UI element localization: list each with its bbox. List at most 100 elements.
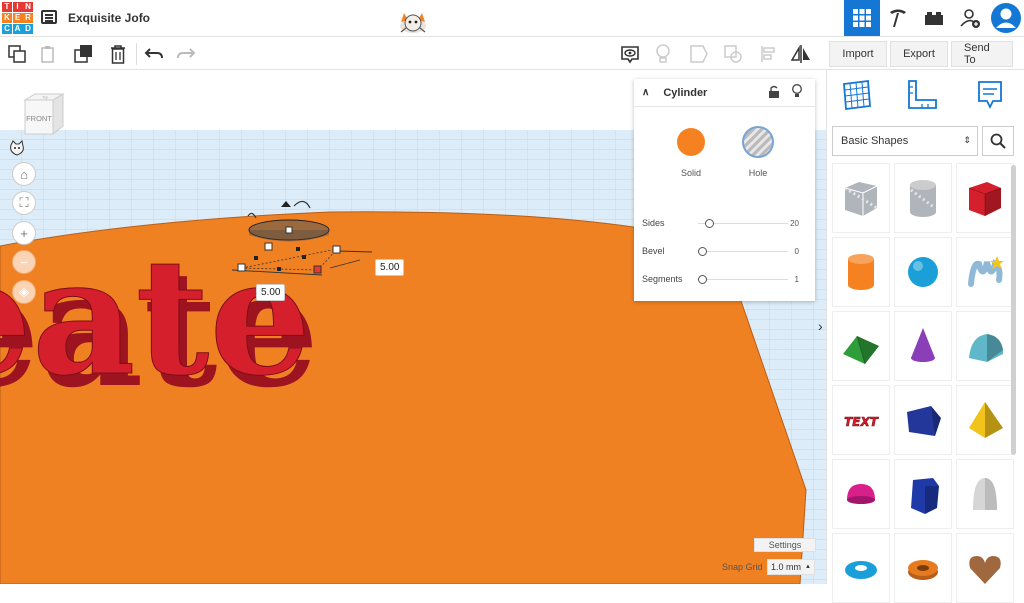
import-button[interactable]: Import xyxy=(829,41,887,67)
3d-text-object[interactable]: eate eate xyxy=(0,223,319,424)
shape-tile-heart[interactable] xyxy=(956,533,1014,603)
copy-button[interactable] xyxy=(6,43,28,65)
shape-tile-pyramid[interactable] xyxy=(956,385,1014,455)
shape-tile-roof[interactable] xyxy=(832,311,890,381)
shape-search-button[interactable] xyxy=(982,126,1014,156)
shape-tile-wedge[interactable] xyxy=(894,385,952,455)
lightbulb-icon[interactable] xyxy=(791,84,803,99)
width-dimension-input[interactable]: 5.00 xyxy=(375,259,405,276)
sides-label: Sides xyxy=(642,218,665,228)
shape-tile-box-hole[interactable] xyxy=(832,163,890,233)
send-to-button[interactable]: Send To xyxy=(951,41,1013,67)
export-button[interactable]: Export xyxy=(890,41,948,67)
segments-slider-knob[interactable] xyxy=(698,275,707,284)
panel-scrollbar[interactable] xyxy=(1011,165,1016,455)
show-all-button[interactable] xyxy=(619,43,641,65)
zoom-out-button[interactable]: − xyxy=(12,250,36,274)
depth-dimension-input[interactable]: 5.00 xyxy=(256,284,286,301)
duplicate-icon xyxy=(74,45,92,63)
notes-button[interactable] xyxy=(652,43,674,65)
pickaxe-icon xyxy=(890,9,906,27)
text-face: eate xyxy=(0,223,311,411)
inspector-header[interactable]: ∧ Cylinder xyxy=(634,79,815,107)
shape-tile-cone[interactable] xyxy=(894,311,952,381)
segments-value[interactable]: 1 xyxy=(795,275,799,284)
collapse-chevron-icon[interactable]: ∧ xyxy=(642,87,649,98)
caret-up-icon: ▲ xyxy=(805,564,811,570)
settings-button[interactable]: Settings xyxy=(754,538,816,552)
plus-icon: + xyxy=(20,225,28,241)
box-shape-icon xyxy=(968,182,1002,216)
bevel-value[interactable]: 0 xyxy=(795,247,799,256)
panel-collapse-chevron-icon[interactable]: › xyxy=(818,318,823,334)
minecraft-view-button[interactable] xyxy=(880,0,916,36)
toolbar-divider xyxy=(136,43,137,65)
shape-tile-torus[interactable] xyxy=(832,533,890,603)
notes-bubble-icon[interactable] xyxy=(973,78,1007,112)
snap-grid-select[interactable]: 1.0 mm ▲ xyxy=(767,559,815,575)
shape-tile-box[interactable] xyxy=(956,163,1014,233)
group-button[interactable] xyxy=(688,43,710,65)
design-title[interactable]: Exquisite Jofo xyxy=(68,11,150,25)
sides-value[interactable]: 20 xyxy=(790,219,799,228)
shape-tile-half-sphere[interactable] xyxy=(832,459,890,529)
mirror-icon xyxy=(790,45,810,63)
redo-button[interactable] xyxy=(175,43,197,65)
avatar-icon xyxy=(991,3,1021,33)
paste-button[interactable] xyxy=(38,43,60,65)
shape-tile-cylinder[interactable] xyxy=(832,237,890,307)
solid-color-swatch[interactable] xyxy=(677,128,705,156)
trash-icon xyxy=(111,45,125,64)
shape-tile-polygon[interactable] xyxy=(894,459,952,529)
heart-shape-icon xyxy=(969,556,1001,584)
resize-handle-active[interactable] xyxy=(313,265,322,274)
shape-tile-tube[interactable] xyxy=(894,533,952,603)
bricks-view-button[interactable] xyxy=(916,0,952,36)
delete-button[interactable] xyxy=(107,43,129,65)
home-icon: ⌂ xyxy=(20,166,28,182)
cube-icon: ◈ xyxy=(19,284,29,299)
bevel-slider-track[interactable] xyxy=(698,251,788,252)
logo-letter: C xyxy=(2,23,12,34)
shape-tile-sphere[interactable] xyxy=(894,237,952,307)
shape-tile-paraboloid[interactable] xyxy=(956,459,1014,529)
mirror-button[interactable] xyxy=(790,43,812,65)
resize-handle[interactable] xyxy=(264,242,273,251)
brick-icon xyxy=(925,12,943,25)
zoom-in-button[interactable]: + xyxy=(12,221,36,245)
shape-tile-round-roof[interactable] xyxy=(956,311,1014,381)
3d-design-view-button[interactable] xyxy=(844,0,880,36)
shape-tile-text[interactable]: TEXT xyxy=(832,385,890,455)
sphere-shape-icon xyxy=(908,257,938,287)
workplane-grid-icon[interactable] xyxy=(840,78,874,112)
segments-slider-track[interactable] xyxy=(698,279,788,280)
tinkercad-logo[interactable]: TIN KERCAD xyxy=(2,2,33,34)
shapes-panel: Basic Shapes ⇕ TEXT xyxy=(826,70,1024,603)
top-bar: TIN KERCAD Exquisite Jofo xyxy=(0,0,1024,37)
resize-handle[interactable] xyxy=(237,263,246,272)
invite-user-button[interactable] xyxy=(952,0,988,36)
round-roof-shape-icon xyxy=(969,334,1003,362)
undo-button[interactable] xyxy=(143,43,165,65)
search-icon xyxy=(990,133,1006,149)
shape-tile-cylinder-hole[interactable] xyxy=(894,163,952,233)
ruler-icon[interactable] xyxy=(905,78,939,112)
duplicate-button[interactable] xyxy=(73,43,95,65)
align-button[interactable] xyxy=(757,43,779,65)
ungroup-button[interactable] xyxy=(722,43,744,65)
view-cube[interactable]: FRONT Top xyxy=(21,92,65,136)
shape-tile-scribble[interactable] xyxy=(956,237,1014,307)
perspective-button[interactable]: ◈ xyxy=(12,280,36,304)
resize-handle[interactable] xyxy=(332,245,341,254)
home-view-button[interactable]: ⌂ xyxy=(12,162,36,186)
sides-slider-knob[interactable] xyxy=(705,219,715,228)
fit-view-button[interactable]: ⛶ xyxy=(12,191,36,215)
logo-letter: K xyxy=(2,12,12,23)
user-avatar-button[interactable] xyxy=(988,0,1024,36)
lock-icon[interactable] xyxy=(768,85,780,99)
shape-category-select[interactable]: Basic Shapes ⇕ xyxy=(832,126,978,156)
hole-swatch[interactable] xyxy=(742,126,774,158)
bevel-slider-knob[interactable] xyxy=(698,247,707,256)
design-list-icon[interactable] xyxy=(41,10,57,24)
center-handle[interactable] xyxy=(285,226,293,234)
